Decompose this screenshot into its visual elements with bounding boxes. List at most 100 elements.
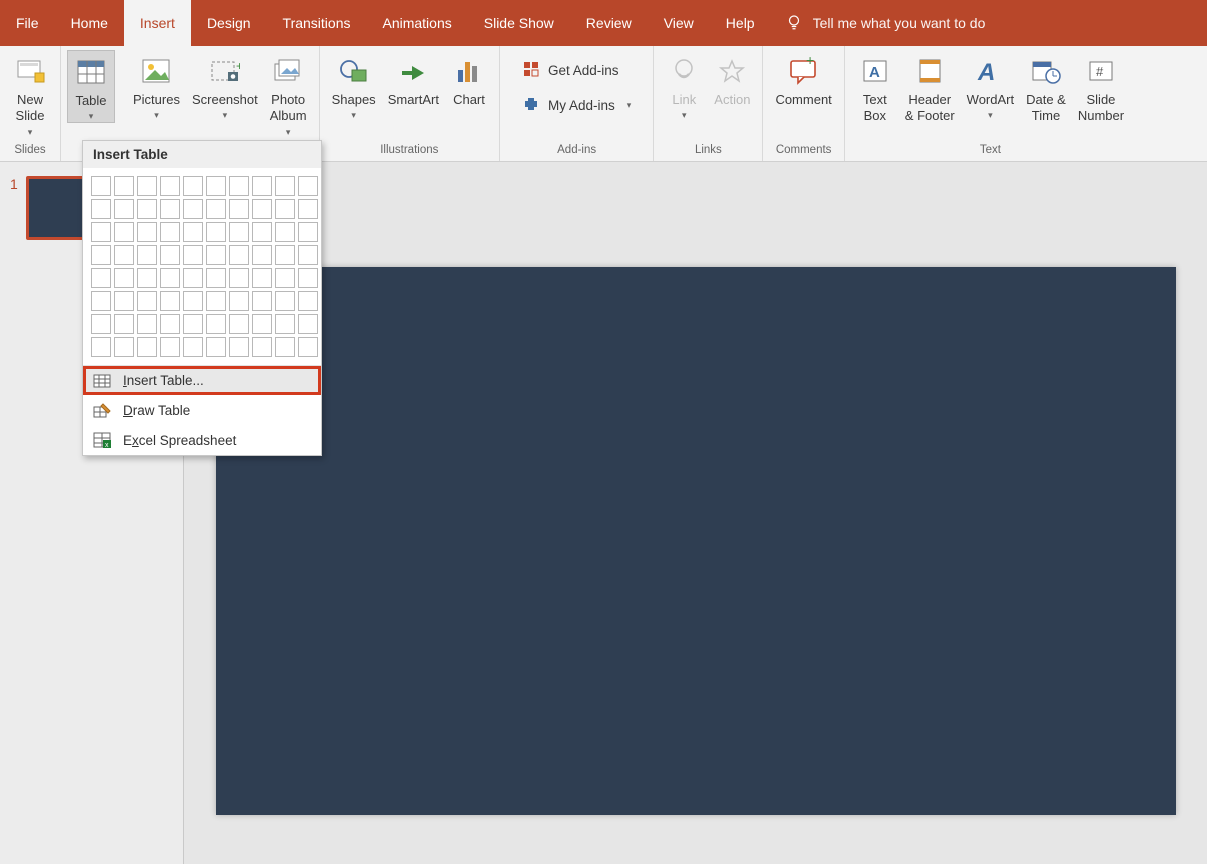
tab-transitions[interactable]: Transitions (267, 0, 367, 46)
table-size-grid[interactable] (83, 168, 321, 365)
text-box-button[interactable]: A Text Box (851, 50, 899, 125)
tab-view[interactable]: View (648, 0, 710, 46)
table-grid-cell[interactable] (137, 222, 157, 242)
table-grid-cell[interactable] (206, 199, 226, 219)
table-grid-cell[interactable] (275, 199, 295, 219)
table-grid-cell[interactable] (252, 268, 272, 288)
table-grid-cell[interactable] (160, 245, 180, 265)
tell-me-input[interactable] (813, 15, 1073, 31)
table-grid-cell[interactable] (183, 337, 203, 357)
tab-animations[interactable]: Animations (366, 0, 467, 46)
table-grid-cell[interactable] (114, 222, 134, 242)
table-grid-cell[interactable] (298, 199, 318, 219)
table-grid-cell[interactable] (275, 268, 295, 288)
table-grid-cell[interactable] (160, 199, 180, 219)
table-grid-cell[interactable] (160, 268, 180, 288)
table-grid-cell[interactable] (114, 291, 134, 311)
table-grid-cell[interactable] (275, 222, 295, 242)
table-grid-cell[interactable] (137, 199, 157, 219)
shapes-button[interactable]: Shapes ▾ (326, 50, 382, 121)
table-grid-cell[interactable] (137, 314, 157, 334)
header-footer-button[interactable]: Header & Footer (899, 50, 961, 125)
table-grid-cell[interactable] (252, 199, 272, 219)
table-grid-cell[interactable] (114, 268, 134, 288)
table-grid-cell[interactable] (275, 291, 295, 311)
table-grid-cell[interactable] (298, 176, 318, 196)
table-grid-cell[interactable] (183, 176, 203, 196)
table-grid-cell[interactable] (298, 222, 318, 242)
table-grid-cell[interactable] (229, 245, 249, 265)
table-grid-cell[interactable] (298, 314, 318, 334)
table-grid-cell[interactable] (275, 245, 295, 265)
table-grid-cell[interactable] (183, 199, 203, 219)
table-grid-cell[interactable] (206, 337, 226, 357)
tab-help[interactable]: Help (710, 0, 771, 46)
table-grid-cell[interactable] (137, 268, 157, 288)
tab-design[interactable]: Design (191, 0, 267, 46)
table-grid-cell[interactable] (229, 199, 249, 219)
table-grid-cell[interactable] (160, 176, 180, 196)
table-grid-cell[interactable] (252, 314, 272, 334)
smartart-button[interactable]: SmartArt (382, 50, 445, 108)
table-grid-cell[interactable] (91, 268, 111, 288)
table-grid-cell[interactable] (114, 245, 134, 265)
slide-number-button[interactable]: # Slide Number (1072, 50, 1130, 125)
table-grid-cell[interactable] (160, 222, 180, 242)
table-grid-cell[interactable] (229, 314, 249, 334)
table-grid-cell[interactable] (91, 245, 111, 265)
table-grid-cell[interactable] (206, 176, 226, 196)
table-grid-cell[interactable] (229, 222, 249, 242)
table-grid-cell[interactable] (183, 245, 203, 265)
table-grid-cell[interactable] (183, 222, 203, 242)
table-grid-cell[interactable] (137, 291, 157, 311)
my-addins-button[interactable]: My Add-ins ▾ (514, 91, 639, 120)
chart-button[interactable]: Chart (445, 50, 493, 108)
comment-button[interactable]: + Comment (769, 50, 837, 108)
table-grid-cell[interactable] (160, 314, 180, 334)
wordart-button[interactable]: A WordArt ▾ (961, 50, 1020, 121)
table-grid-cell[interactable] (91, 176, 111, 196)
tell-me-search[interactable] (771, 0, 1073, 46)
tab-insert[interactable]: Insert (124, 0, 191, 46)
table-grid-cell[interactable] (91, 291, 111, 311)
table-grid-cell[interactable] (298, 291, 318, 311)
tab-file[interactable]: File (0, 0, 55, 46)
table-grid-cell[interactable] (275, 176, 295, 196)
table-grid-cell[interactable] (91, 337, 111, 357)
table-grid-cell[interactable] (91, 222, 111, 242)
table-grid-cell[interactable] (252, 176, 272, 196)
table-grid-cell[interactable] (160, 291, 180, 311)
table-grid-cell[interactable] (137, 176, 157, 196)
table-grid-cell[interactable] (275, 337, 295, 357)
draw-table-menu-item[interactable]: Draw Table (83, 395, 321, 425)
table-grid-cell[interactable] (206, 222, 226, 242)
table-grid-cell[interactable] (160, 337, 180, 357)
table-grid-cell[interactable] (229, 268, 249, 288)
table-grid-cell[interactable] (206, 245, 226, 265)
table-grid-cell[interactable] (252, 245, 272, 265)
table-button[interactable]: Table ▾ (67, 50, 115, 123)
excel-spreadsheet-menu-item[interactable]: x Excel Spreadsheet (83, 425, 321, 455)
table-grid-cell[interactable] (229, 291, 249, 311)
table-grid-cell[interactable] (114, 176, 134, 196)
table-grid-cell[interactable] (229, 176, 249, 196)
date-time-button[interactable]: Date & Time (1020, 50, 1072, 125)
table-grid-cell[interactable] (206, 314, 226, 334)
tab-slideshow[interactable]: Slide Show (468, 0, 570, 46)
table-grid-cell[interactable] (137, 245, 157, 265)
pictures-button[interactable]: Pictures ▾ (127, 50, 186, 121)
new-slide-button[interactable]: New Slide ▾ (6, 50, 54, 138)
table-grid-cell[interactable] (298, 268, 318, 288)
table-grid-cell[interactable] (91, 199, 111, 219)
photo-album-button[interactable]: Photo Album ▾ (264, 50, 313, 138)
table-grid-cell[interactable] (183, 291, 203, 311)
table-grid-cell[interactable] (183, 314, 203, 334)
table-grid-cell[interactable] (275, 314, 295, 334)
slide-canvas[interactable] (216, 267, 1176, 815)
screenshot-button[interactable]: + Screenshot ▾ (186, 50, 264, 121)
table-grid-cell[interactable] (298, 337, 318, 357)
table-grid-cell[interactable] (114, 314, 134, 334)
get-addins-button[interactable]: Get Add-ins (514, 56, 639, 85)
tab-review[interactable]: Review (570, 0, 648, 46)
table-grid-cell[interactable] (114, 337, 134, 357)
